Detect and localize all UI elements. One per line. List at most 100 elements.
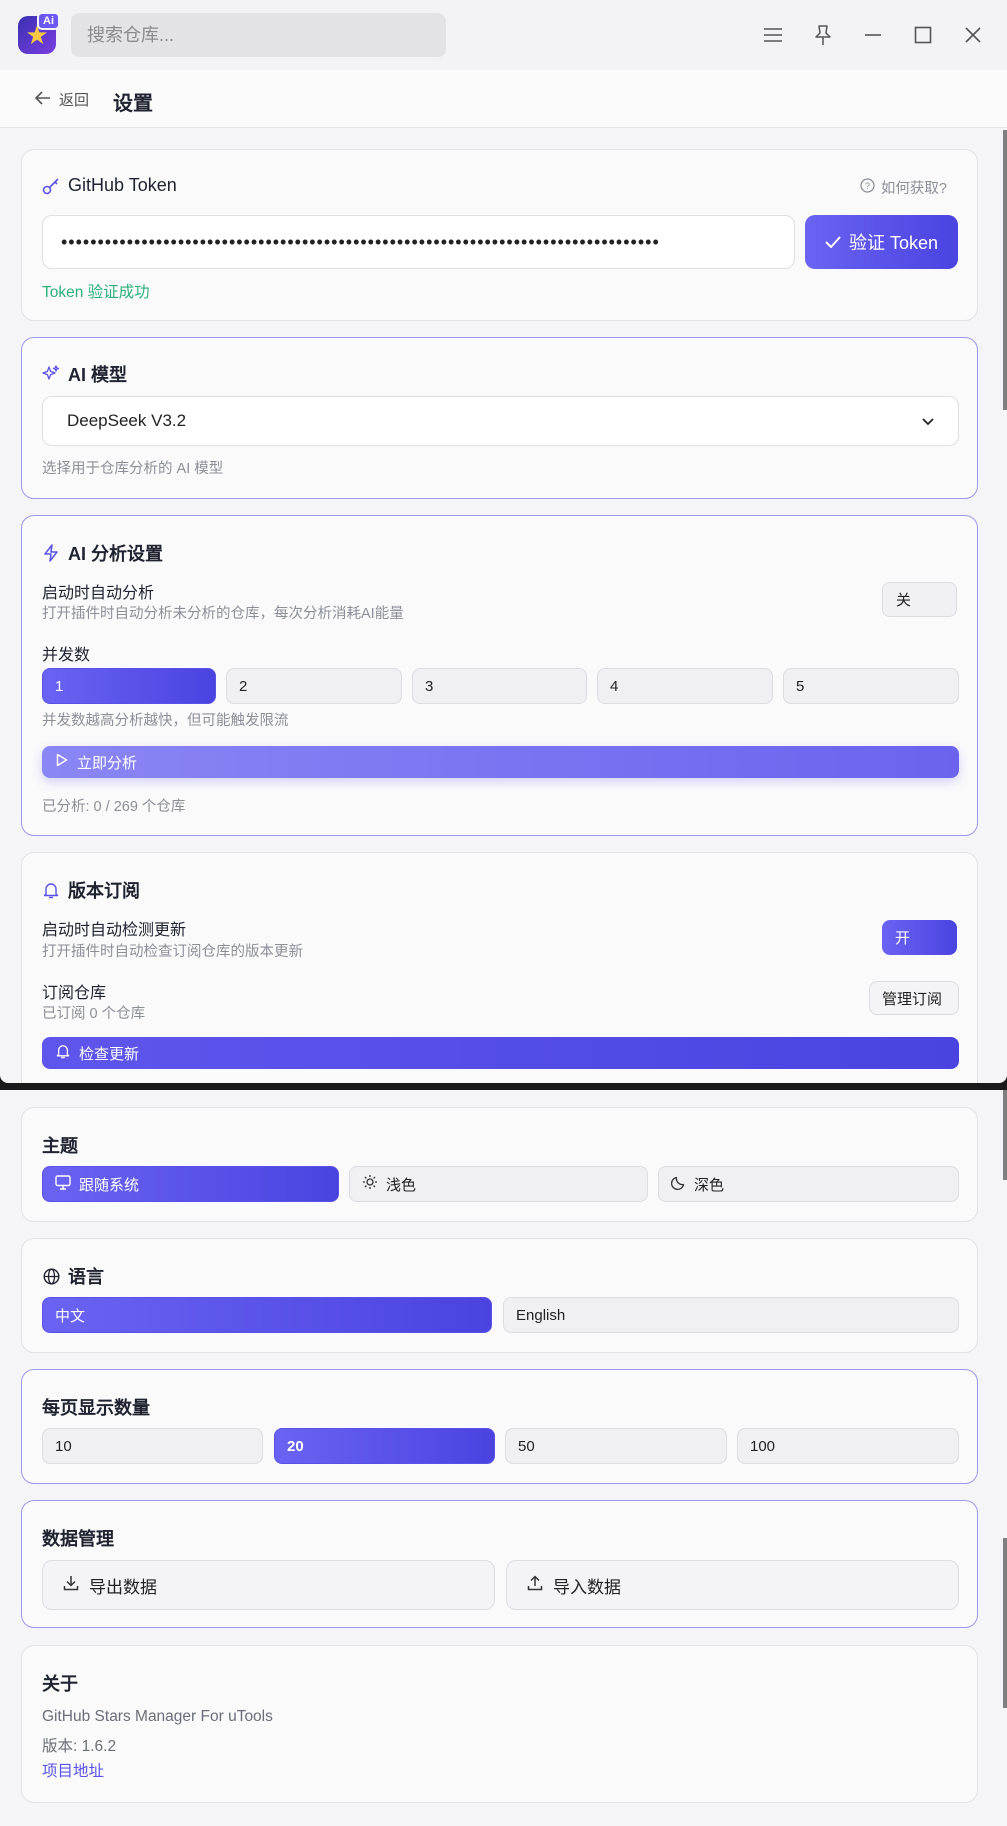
- check-updates-button[interactable]: 检查更新: [42, 1037, 959, 1069]
- language-option-en[interactable]: English: [503, 1297, 959, 1333]
- theme-card: 主题 跟随系统 浅色 深色: [21, 1107, 978, 1222]
- scrollbar[interactable]: [1003, 130, 1007, 410]
- menu-icon[interactable]: [758, 20, 788, 50]
- page-header: 返回 设置: [0, 70, 1007, 128]
- subscribed-repos-hint: 已订阅 0 个仓库: [42, 1006, 146, 1022]
- language-option-zh[interactable]: 中文: [42, 1297, 492, 1333]
- page-size-option-10[interactable]: 10: [42, 1428, 263, 1464]
- pin-icon[interactable]: [808, 20, 838, 50]
- about-card: 关于 GitHub Stars Manager For uTools 版本: 1…: [21, 1645, 978, 1803]
- ai-model-select[interactable]: DeepSeek V3.2: [42, 396, 959, 446]
- ai-analysis-title-text: AI 分析设置: [68, 544, 164, 564]
- data-management-title: 数据管理: [42, 1529, 114, 1549]
- concurrency-option-2[interactable]: 2: [226, 668, 402, 704]
- maximize-icon[interactable]: [908, 20, 938, 50]
- ai-model-selected: DeepSeek V3.2: [67, 411, 187, 430]
- import-data-button[interactable]: 导入数据: [506, 1560, 959, 1610]
- theme-option-system-label: 跟随系统: [79, 1176, 140, 1194]
- theme-option-system[interactable]: 跟随系统: [42, 1166, 339, 1202]
- moon-icon: [670, 1175, 686, 1194]
- ai-analysis-card: AI 分析设置 启动时自动分析 打开插件时自动分析未分析的仓库，每次分析消耗AI…: [21, 515, 978, 836]
- ai-model-card: AI 模型 DeepSeek V3.2 选择用于仓库分析的 AI 模型: [21, 337, 978, 499]
- minimize-icon[interactable]: [858, 20, 888, 50]
- concurrency-option-4[interactable]: 4: [597, 668, 773, 704]
- close-icon[interactable]: [958, 20, 988, 50]
- auto-check-toggle[interactable]: 开: [882, 920, 957, 955]
- monitor-icon: [55, 1174, 71, 1194]
- language-title-text: 语言: [68, 1267, 104, 1287]
- auto-analyze-hint: 打开插件时自动分析未分析的仓库，每次分析消耗AI能量: [42, 606, 404, 622]
- check-updates-label: 检查更新: [79, 1045, 140, 1063]
- upload-icon: [527, 1574, 543, 1596]
- concurrency-label: 并发数: [42, 647, 91, 664]
- settings-window-bottom: 主题 跟随系统 浅色 深色 语言 中文 English 每页显示数量 10 20…: [0, 1090, 1007, 1826]
- page-size-option-20[interactable]: 20: [274, 1428, 495, 1464]
- back-button[interactable]: 返回: [34, 89, 90, 110]
- ai-model-title-text: AI 模型: [68, 365, 128, 385]
- auto-check-hint: 打开插件时自动检查订阅仓库的版本更新: [42, 944, 303, 960]
- ai-badge: Ai: [37, 12, 60, 30]
- token-status: Token 验证成功: [42, 284, 150, 301]
- analyze-now-button[interactable]: 立即分析: [42, 746, 959, 778]
- sun-icon: [362, 1174, 378, 1194]
- verify-token-label: 验证 Token: [848, 233, 939, 253]
- theme-option-dark-label: 深色: [694, 1176, 725, 1194]
- analyze-now-label: 立即分析: [77, 754, 138, 772]
- about-app-name: GitHub Stars Manager For uTools: [42, 1708, 273, 1725]
- page-size-option-50[interactable]: 50: [505, 1428, 727, 1464]
- bell-icon: [42, 881, 60, 899]
- import-data-label: 导入数据: [553, 1577, 621, 1597]
- ai-model-title: AI 模型: [42, 361, 127, 387]
- language-title: 语言: [42, 1263, 104, 1289]
- theme-title: 主题: [42, 1136, 78, 1156]
- token-input[interactable]: ••••••••••••••••••••••••••••••••••••••••…: [42, 215, 795, 269]
- about-title: 关于: [42, 1674, 78, 1694]
- theme-option-light-label: 浅色: [386, 1176, 417, 1194]
- token-card-title: GitHub Token: [42, 175, 177, 196]
- export-data-label: 导出数据: [89, 1577, 157, 1597]
- app-logo: ★ Ai: [18, 12, 60, 54]
- help-circle-icon: ?: [860, 178, 875, 197]
- page-size-card: 每页显示数量 10 20 50 100: [21, 1369, 978, 1484]
- concurrency-hint: 并发数越高分析越快，但可能触发限流: [42, 713, 289, 729]
- analysis-progress: 已分析: 0 / 269 个仓库: [42, 799, 186, 815]
- about-version: 版本: 1.6.2: [42, 1738, 117, 1755]
- project-link[interactable]: 项目地址: [42, 1759, 104, 1781]
- auto-check-label: 启动时自动检测更新: [42, 922, 187, 939]
- sparkles-icon: [42, 365, 60, 383]
- how-to-get-link[interactable]: ? 如何获取?: [860, 177, 947, 198]
- download-icon: [63, 1575, 79, 1596]
- scrollbar[interactable]: [1003, 1090, 1007, 1180]
- subscribed-repos-label: 订阅仓库: [42, 985, 107, 1002]
- concurrency-option-3[interactable]: 3: [412, 668, 587, 704]
- theme-option-dark[interactable]: 深色: [658, 1166, 959, 1202]
- svg-text:?: ?: [865, 181, 870, 191]
- export-data-button[interactable]: 导出数据: [42, 1560, 495, 1610]
- scrollbar[interactable]: [1003, 1538, 1007, 1708]
- search-input[interactable]: [71, 13, 446, 57]
- key-icon: [42, 177, 60, 195]
- subscription-card: 版本订阅 启动时自动检测更新 打开插件时自动检查订阅仓库的版本更新 开 订阅仓库…: [21, 852, 978, 1083]
- page-size-option-100[interactable]: 100: [737, 1428, 959, 1464]
- subscription-title: 版本订阅: [42, 877, 140, 903]
- page-title: 设置: [113, 93, 153, 115]
- back-label: 返回: [59, 92, 90, 109]
- manage-subscription-button[interactable]: 管理订阅: [869, 981, 959, 1015]
- concurrency-option-1[interactable]: 1: [42, 668, 216, 704]
- arrow-left-icon: [34, 90, 51, 109]
- theme-option-light[interactable]: 浅色: [349, 1166, 648, 1202]
- title-bar: ★ Ai: [0, 0, 1007, 70]
- globe-icon: [42, 1267, 60, 1285]
- play-icon: [56, 753, 68, 771]
- ai-model-hint: 选择用于仓库分析的 AI 模型: [42, 461, 224, 477]
- data-management-card: 数据管理 导出数据 导入数据: [21, 1500, 978, 1628]
- subscription-title-text: 版本订阅: [68, 881, 140, 901]
- how-to-get-label: 如何获取?: [880, 181, 947, 197]
- verify-token-button[interactable]: 验证 Token: [805, 215, 958, 269]
- ai-analysis-title: AI 分析设置: [42, 540, 163, 566]
- page-size-title: 每页显示数量: [42, 1398, 150, 1418]
- chevron-down-icon: [922, 411, 934, 431]
- auto-analyze-label: 启动时自动分析: [42, 585, 155, 602]
- concurrency-option-5[interactable]: 5: [783, 668, 959, 704]
- auto-analyze-toggle[interactable]: 关: [882, 582, 957, 617]
